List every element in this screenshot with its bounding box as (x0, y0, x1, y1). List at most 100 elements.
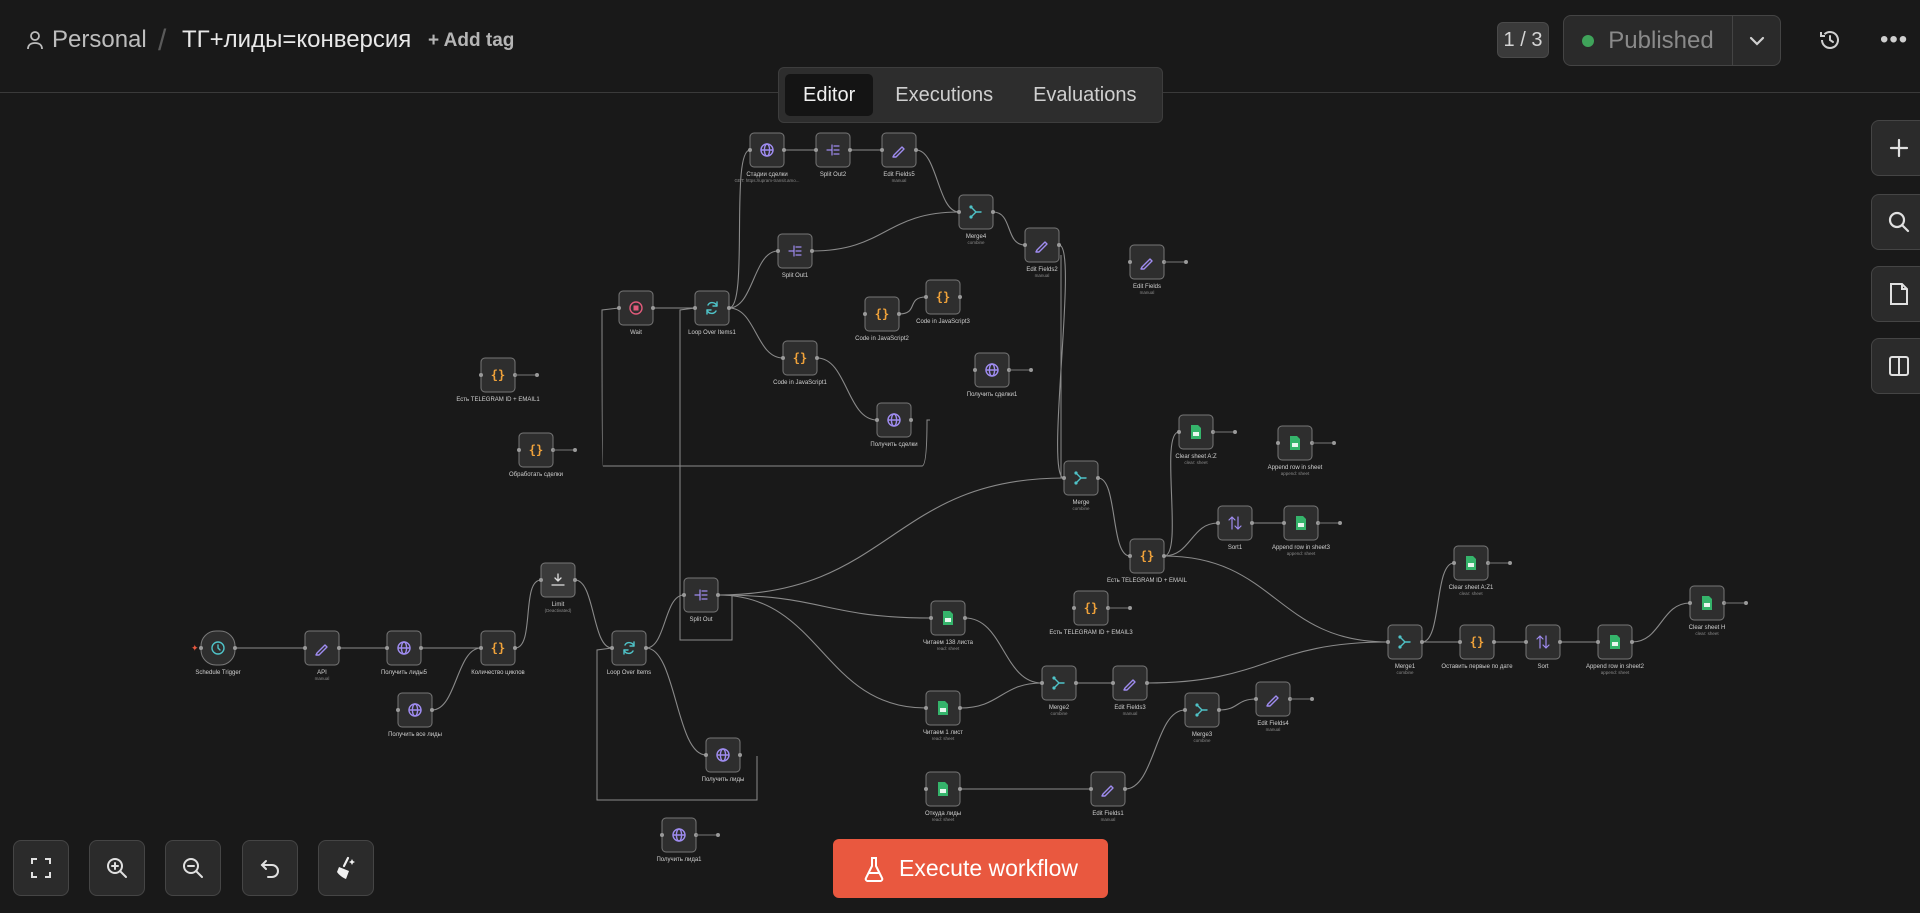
output-port[interactable] (848, 148, 852, 152)
undo-button[interactable] (242, 840, 298, 896)
input-port[interactable] (1276, 441, 1280, 445)
input-port[interactable] (957, 210, 961, 214)
add-connection-handle[interactable] (1332, 441, 1336, 445)
add-connection-handle[interactable] (1233, 430, 1237, 434)
workflow-node-deals[interactable]: Получить сделки (870, 402, 918, 448)
output-port[interactable] (573, 578, 577, 582)
output-port[interactable] (738, 753, 742, 757)
output-port[interactable] (1123, 787, 1127, 791)
workflow-node-appendrow[interactable]: Append row in sheetappend: sheet (1268, 425, 1323, 476)
input-port[interactable] (1177, 430, 1181, 434)
input-port[interactable] (385, 646, 389, 650)
input-port[interactable] (1254, 697, 1258, 701)
input-port[interactable] (660, 833, 664, 837)
add-connection-handle[interactable] (1744, 601, 1748, 605)
add-connection-handle[interactable] (716, 833, 720, 837)
input-port[interactable] (1386, 640, 1390, 644)
output-port[interactable] (958, 706, 962, 710)
add-connection-handle[interactable] (1338, 521, 1342, 525)
input-port[interactable] (1282, 521, 1286, 525)
workflow-node-process[interactable]: {} Обработать сделки (509, 432, 563, 478)
workflow-node-ef5[interactable]: Edit Fields5manual (880, 132, 918, 183)
tab-executions[interactable]: Executions (877, 74, 1011, 116)
input-port[interactable] (1524, 640, 1528, 644)
add-connection-handle[interactable] (1029, 368, 1033, 372)
workflow-node-js1[interactable]: {} Code in JavaScript1 (773, 340, 828, 386)
input-port[interactable] (517, 448, 521, 452)
workflow-node-splitout[interactable]: Split Out (682, 577, 720, 623)
output-port[interactable] (1074, 681, 1078, 685)
input-port[interactable] (875, 418, 879, 422)
input-port[interactable] (1452, 561, 1456, 565)
workflow-node-tg3[interactable]: {} Есть TELEGRAM ID + EMAIL3 (1049, 590, 1133, 636)
workflow-node-append2[interactable]: Append row in sheet2append: sheet (1586, 624, 1645, 675)
workflow-node-clearh[interactable]: Clear sheet Hclear: sheet (1688, 585, 1726, 636)
input-port[interactable] (929, 616, 933, 620)
workflow-node-read1[interactable]: Читаем 1 листread: sheet (923, 690, 963, 741)
input-port[interactable] (682, 593, 686, 597)
workflow-node-schedule[interactable]: ✦ Schedule Trigger (191, 630, 241, 676)
zoom-in-button[interactable] (89, 840, 145, 896)
output-port[interactable] (1096, 476, 1100, 480)
output-port[interactable] (1630, 640, 1634, 644)
workflow-node-sort[interactable]: Sort (1524, 624, 1562, 670)
output-port[interactable] (716, 593, 720, 597)
input-port[interactable] (199, 646, 203, 650)
output-port[interactable] (644, 646, 648, 650)
input-port[interactable] (863, 312, 867, 316)
input-port[interactable] (1128, 554, 1132, 558)
toggle-panel-button[interactable] (1871, 338, 1920, 394)
workflow-node-limit[interactable]: Limit(Deactivated) (539, 562, 577, 613)
workflow-node-merge[interactable]: Mergecombine (1062, 460, 1100, 511)
input-port[interactable] (1040, 681, 1044, 685)
input-port[interactable] (924, 706, 928, 710)
input-port[interactable] (1596, 640, 1600, 644)
input-port[interactable] (1128, 260, 1132, 264)
input-port[interactable] (748, 148, 752, 152)
input-port[interactable] (1023, 243, 1027, 247)
output-port[interactable] (1145, 681, 1149, 685)
input-port[interactable] (1062, 476, 1066, 480)
execute-workflow-button[interactable]: Execute workflow (833, 839, 1108, 898)
output-port[interactable] (513, 646, 517, 650)
workflow-node-read138[interactable]: Читаем 138 листаread: sheet (923, 600, 974, 651)
output-port[interactable] (958, 787, 962, 791)
workflow-node-merge2[interactable]: Merge2combine (1040, 665, 1078, 716)
zoom-out-button[interactable] (165, 840, 221, 896)
add-node-button[interactable] (1871, 120, 1920, 176)
input-port[interactable] (776, 249, 780, 253)
workflow-node-api[interactable]: APImanual (303, 630, 341, 681)
add-connection-handle[interactable] (1128, 606, 1132, 610)
workflow-node-wait[interactable]: Wait (617, 290, 655, 336)
output-port[interactable] (419, 646, 423, 650)
input-port[interactable] (617, 306, 621, 310)
workflow-node-ef1[interactable]: Edit Fields1manual (1089, 771, 1127, 822)
input-port[interactable] (479, 646, 483, 650)
tidy-up-button[interactable] (318, 840, 374, 896)
workflow-node-getall[interactable]: Получить все лиды (388, 692, 442, 738)
add-connection-handle[interactable] (1184, 260, 1188, 264)
tab-evaluations[interactable]: Evaluations (1015, 74, 1154, 116)
input-port[interactable] (610, 646, 614, 650)
workflow-node-split1[interactable]: Split Out1 (776, 233, 814, 279)
add-connection-handle[interactable] (1310, 697, 1314, 701)
output-port[interactable] (337, 646, 341, 650)
workflow-canvas[interactable]: ✦ Schedule Trigger APImanual Получить лиды5… (0, 0, 1920, 913)
workflow-node-merge3[interactable]: Merge3combine (1183, 692, 1221, 743)
tab-editor[interactable]: Editor (785, 74, 874, 116)
input-port[interactable] (1111, 681, 1115, 685)
input-port[interactable] (1072, 606, 1076, 610)
add-connection-handle[interactable] (1508, 561, 1512, 565)
output-port[interactable] (897, 312, 901, 316)
input-port[interactable] (814, 148, 818, 152)
workflow-node-js2[interactable]: {} Code in JavaScript2 (855, 296, 910, 342)
input-port[interactable] (1216, 521, 1220, 525)
workflow-node-ef4[interactable]: Edit Fields4manual (1254, 681, 1292, 732)
fit-view-button[interactable] (13, 840, 69, 896)
workflow-node-clearaz1[interactable]: Clear sheet A:Z1clear: sheet (1449, 545, 1494, 596)
input-port[interactable] (924, 295, 928, 299)
output-port[interactable] (914, 148, 918, 152)
input-port[interactable] (693, 306, 697, 310)
input-port[interactable] (880, 148, 884, 152)
workflow-node-ef2[interactable]: Edit Fields2manual (1023, 227, 1061, 278)
